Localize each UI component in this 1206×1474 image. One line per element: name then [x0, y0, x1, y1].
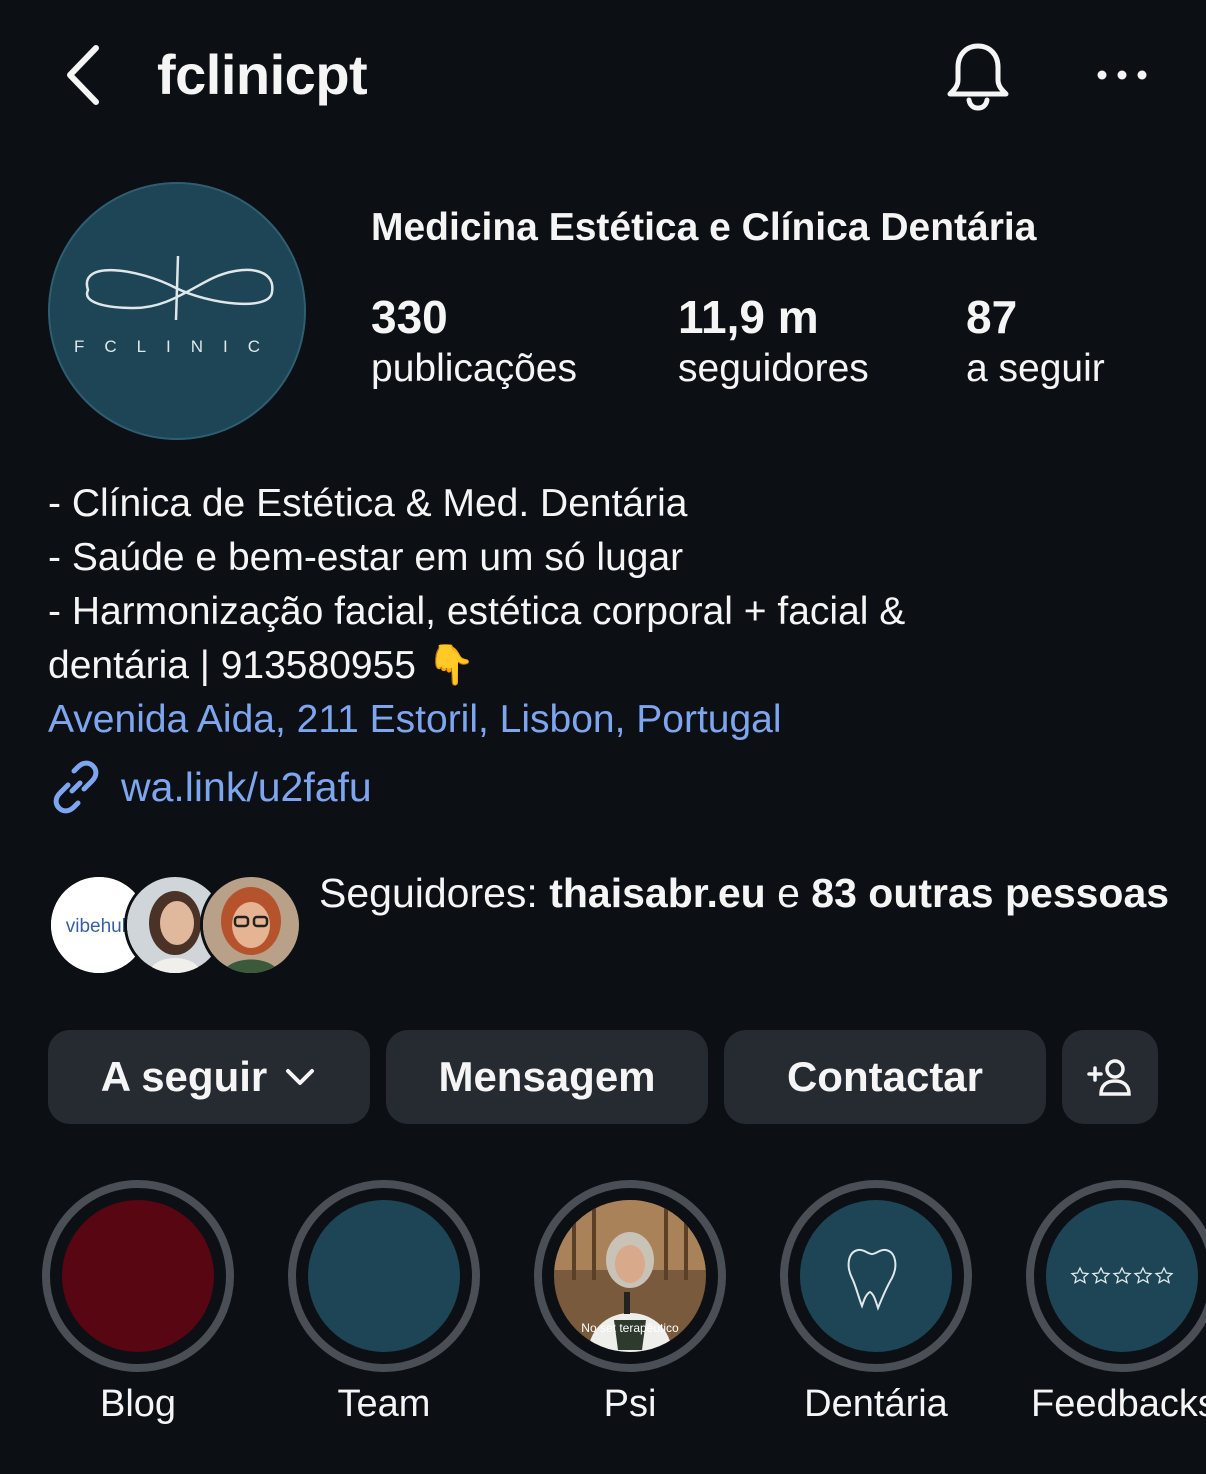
- highlight-blog[interactable]: [42, 1180, 234, 1372]
- suggested-users-button[interactable]: [1062, 1030, 1158, 1124]
- message-button[interactable]: Mensagem: [386, 1030, 708, 1124]
- external-link[interactable]: wa.link/u2fafu: [48, 755, 372, 819]
- back-button[interactable]: [60, 40, 110, 110]
- following-button[interactable]: A seguir: [48, 1030, 370, 1124]
- followed-by-prefix: Seguidores:: [319, 870, 550, 916]
- vibehub-logo-text: vibehub: [66, 916, 133, 937]
- highlight-dentaria[interactable]: [780, 1180, 972, 1372]
- highlight-cover: [1046, 1200, 1198, 1352]
- more-horizontal-icon: [1097, 70, 1147, 80]
- notifications-button[interactable]: [944, 40, 1012, 112]
- contact-button[interactable]: Contactar: [724, 1030, 1046, 1124]
- highlight-team[interactable]: [288, 1180, 480, 1372]
- following-label: a seguir: [966, 347, 1105, 390]
- address-link[interactable]: Avenida Aida, 211 Estoril, Lisbon, Portu…: [48, 693, 1178, 747]
- highlight-label: Dentária: [804, 1383, 948, 1425]
- followers-count: 11,9 m: [678, 291, 819, 343]
- bio-line: - Harmonização facial, estética corporal…: [48, 590, 906, 633]
- profile-username: fclinicpt: [157, 43, 368, 106]
- highlight-caption: No set terapêutico: [581, 1321, 679, 1335]
- posts-count: 330: [371, 291, 448, 343]
- profile-avatar[interactable]: FCLINIC: [48, 182, 306, 440]
- follower-avatar[interactable]: [200, 874, 302, 976]
- profile-bio: - Clínica de Estética & Med. Dentária - …: [48, 477, 1178, 747]
- followed-by-joiner: e: [765, 870, 812, 916]
- highlight-feedbacks[interactable]: [1026, 1180, 1206, 1372]
- followers-stat[interactable]: 11,9 m seguidores: [678, 288, 869, 392]
- followed-by-text[interactable]: Seguidores: thaisabr.eu e 83 outras pess…: [319, 866, 1179, 920]
- posts-label: publicações: [371, 347, 577, 390]
- following-count: 87: [966, 291, 1018, 343]
- highlight-cover: [308, 1200, 460, 1352]
- followers-label: seguidores: [678, 347, 869, 390]
- highlight-cover: No set terapêutico: [554, 1200, 706, 1352]
- link-text[interactable]: wa.link/u2fafu: [121, 764, 372, 811]
- highlight-label: Blog: [99, 1383, 177, 1425]
- highlight-psi[interactable]: No set terapêutico: [534, 1180, 726, 1372]
- chevron-left-icon: [67, 45, 99, 105]
- highlight-label: Feedbacks: [1031, 1383, 1206, 1425]
- contact-button-label: Contactar: [786, 1053, 984, 1100]
- message-button-label: Mensagem: [438, 1053, 656, 1100]
- add-person-icon: [1087, 1059, 1131, 1096]
- highlight-cover: [62, 1200, 214, 1352]
- bio-line: dentária | 913580955 👇: [48, 644, 476, 687]
- following-stat[interactable]: 87 a seguir: [966, 288, 1105, 392]
- more-options-button[interactable]: [1094, 58, 1150, 92]
- posts-stat[interactable]: 330 publicações: [371, 288, 577, 392]
- bio-line: - Saúde e bem-estar em um só lugar: [48, 536, 684, 579]
- avatar-logo-text: FCLINIC: [74, 337, 280, 356]
- following-button-label: A seguir: [100, 1053, 268, 1100]
- bell-icon: [947, 43, 1009, 111]
- profile-full-name: Medicina Estética e Clínica Dentária: [371, 206, 1037, 249]
- chevron-down-icon: [286, 1069, 315, 1085]
- highlight-label: Team: [337, 1383, 431, 1425]
- link-icon: [53, 760, 99, 814]
- followed-by-others: 83 outras pessoas: [811, 870, 1170, 916]
- highlight-cover: [800, 1200, 952, 1352]
- bio-line: - Clínica de Estética & Med. Dentária: [48, 482, 688, 525]
- highlight-label: Psi: [603, 1383, 657, 1425]
- followed-by-user: thaisabr.eu: [549, 870, 766, 916]
